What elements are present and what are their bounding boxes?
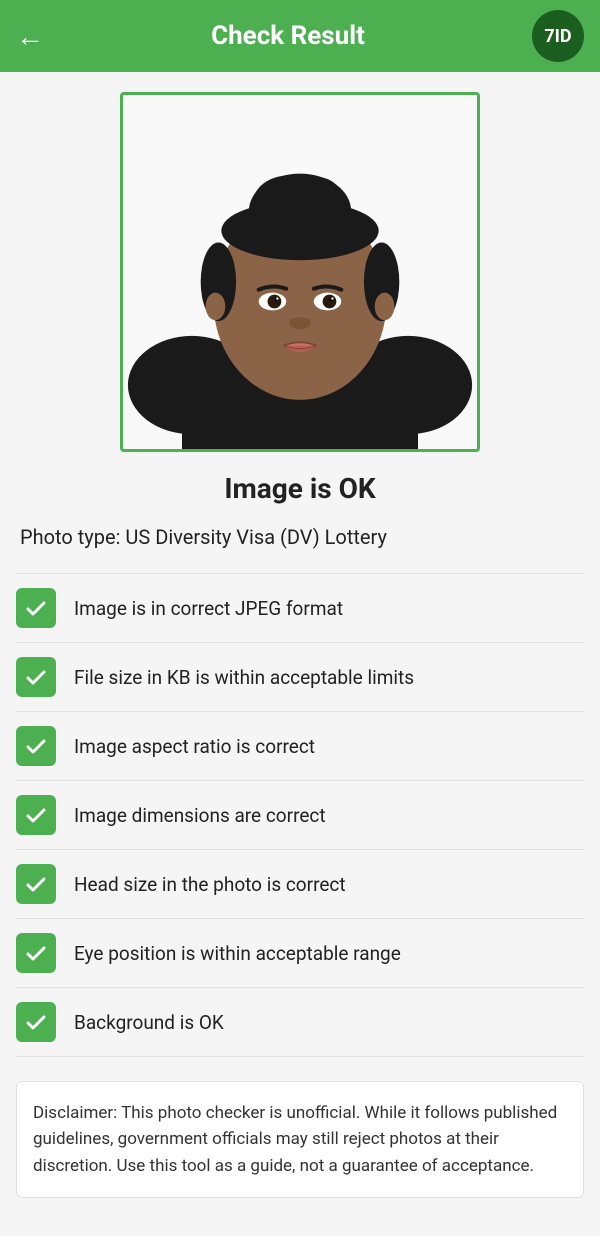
check-item-label: Background is OK [74, 1011, 224, 1034]
check-icon [16, 726, 56, 766]
disclaimer-box: Disclaimer: This photo checker is unoffi… [16, 1081, 584, 1198]
list-item: Image is in correct JPEG format [16, 573, 584, 643]
check-item-label: Eye position is within acceptable range [74, 942, 401, 965]
list-item: Head size in the photo is correct [16, 850, 584, 919]
check-icon [16, 588, 56, 628]
check-item-label: Image dimensions are correct [74, 804, 326, 827]
disclaimer-text: Disclaimer: This photo checker is unoffi… [33, 1103, 557, 1176]
photo-type-label: Photo type: US Diversity Visa (DV) Lotte… [16, 525, 584, 549]
check-icon [16, 1002, 56, 1042]
list-item: Eye position is within acceptable range [16, 919, 584, 988]
photo-container [16, 92, 584, 452]
list-item: Image aspect ratio is correct [16, 712, 584, 781]
page-title: Check Result [44, 21, 532, 51]
list-item: File size in KB is within acceptable lim… [16, 643, 584, 712]
main-content: Image is OK Photo type: US Diversity Vis… [0, 72, 600, 1218]
app-logo: 7ID [532, 10, 584, 62]
check-item-label: Image is in correct JPEG format [74, 597, 343, 620]
check-item-label: Head size in the photo is correct [74, 873, 346, 896]
check-item-label: File size in KB is within acceptable lim… [74, 666, 414, 689]
check-icon [16, 864, 56, 904]
photo-frame [120, 92, 480, 452]
check-list: Image is in correct JPEG format File siz… [16, 573, 584, 1057]
check-item-label: Image aspect ratio is correct [74, 735, 315, 758]
check-icon [16, 933, 56, 973]
passport-photo [123, 95, 477, 449]
list-item: Image dimensions are correct [16, 781, 584, 850]
back-button[interactable]: ← [16, 20, 44, 53]
list-item: Background is OK [16, 988, 584, 1057]
check-icon [16, 657, 56, 697]
check-icon [16, 795, 56, 835]
app-header: ← Check Result 7ID [0, 0, 600, 72]
status-label: Image is OK [16, 472, 584, 505]
